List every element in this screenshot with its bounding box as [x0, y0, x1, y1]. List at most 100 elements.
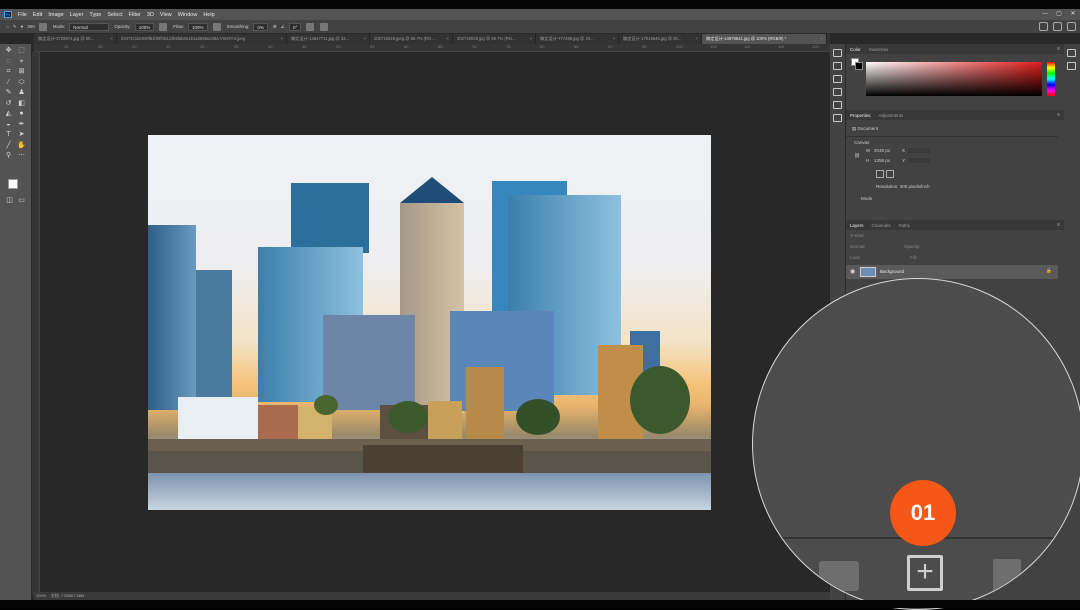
tab-channels[interactable]: Channels: [872, 223, 891, 228]
zoom-tool-icon[interactable]: ⚲: [4, 151, 13, 160]
crop-tool-icon[interactable]: ⌗: [4, 67, 13, 76]
width-field[interactable]: 3048 px: [874, 148, 890, 153]
minimize-button[interactable]: —: [1038, 9, 1052, 20]
doc-tab-active[interactable]: 稿定设计-14979541.jpg @ 100% (RGB/8) * ×: [702, 34, 827, 44]
kind-filter[interactable]: ⚲ Kind: [850, 233, 864, 239]
tab-close-icon[interactable]: ×: [613, 34, 615, 44]
brush-settings-icon[interactable]: [833, 88, 842, 96]
path-select-icon[interactable]: ➤: [17, 130, 26, 139]
panel-menu-icon[interactable]: ≡: [1057, 46, 1060, 52]
y-field[interactable]: [908, 158, 930, 163]
tab-swatches[interactable]: Swatches: [869, 47, 889, 52]
tab-close-icon[interactable]: ×: [696, 34, 698, 44]
maximize-button[interactable]: ▢: [1052, 9, 1066, 20]
menu-help[interactable]: Help: [203, 12, 214, 18]
brush-tool-icon[interactable]: ✎: [4, 88, 13, 97]
menu-3d[interactable]: 3D: [147, 12, 154, 18]
menu-view[interactable]: View: [160, 12, 172, 18]
height-field[interactable]: 1358 px: [874, 158, 890, 163]
history-brush-icon[interactable]: ↺: [4, 99, 13, 108]
flow-field[interactable]: 100%: [188, 22, 208, 31]
tab-color[interactable]: Color: [850, 47, 861, 52]
marquee-tool-icon[interactable]: ⬚: [17, 46, 26, 55]
type-tool-icon[interactable]: T: [4, 130, 13, 139]
color-field[interactable]: [866, 62, 1042, 96]
doc-tab[interactable]: 24472c1b2039f64f39f35422b6fab0e1b1a2836a…: [117, 34, 287, 44]
pen-tool-icon[interactable]: ✒: [17, 120, 26, 129]
tab-close-icon[interactable]: ×: [447, 34, 449, 44]
shape-ellipse-icon[interactable]: ⬭: [17, 78, 26, 87]
airbrush-icon[interactable]: [212, 22, 221, 31]
quick-mask-icon[interactable]: ◫: [5, 196, 14, 205]
tab-adjustments[interactable]: Adjustments: [879, 113, 904, 118]
smoothing-field[interactable]: 0%: [253, 22, 268, 31]
hue-slider[interactable]: [1047, 62, 1055, 96]
search-icon[interactable]: [1039, 22, 1048, 31]
bucket-tool-icon[interactable]: ◭: [4, 109, 13, 118]
tab-close-icon[interactable]: ×: [281, 34, 283, 44]
eraser-tool-icon[interactable]: ◧: [17, 99, 26, 108]
delete-layer-icon[interactable]: [993, 559, 1021, 593]
quick-select-icon[interactable]: ⌖: [17, 57, 26, 66]
brush-tool-icon[interactable]: ✎: [13, 24, 17, 30]
opacity-field[interactable]: 100%: [134, 22, 155, 31]
tab-close-icon[interactable]: ×: [111, 34, 113, 44]
menu-image[interactable]: Image: [48, 12, 63, 18]
actions-icon[interactable]: [833, 62, 842, 70]
layer-row[interactable]: ◉ Background 🔒: [846, 265, 1058, 279]
mode-select[interactable]: Normal: [69, 22, 110, 31]
home-icon[interactable]: ⌂: [6, 24, 9, 29]
link-icon[interactable]: ⛓: [854, 153, 860, 159]
eye-icon[interactable]: ◉: [850, 268, 855, 275]
workspace-icon[interactable]: [1053, 22, 1062, 31]
tab-paths[interactable]: Paths: [899, 223, 911, 228]
new-group-folder-icon[interactable]: [819, 561, 859, 591]
doc-tab[interactable]: 稿定设计-3729974.jpg @ 50... ×: [34, 34, 117, 44]
doc-tab[interactable]: 202719028.jpg @ 66.7% (RG... ×: [453, 34, 536, 44]
panel-menu-icon[interactable]: ≡: [1057, 112, 1060, 118]
move-tool-icon[interactable]: ✥: [4, 46, 13, 55]
menu-select[interactable]: Select: [107, 12, 122, 18]
doc-tab[interactable]: 稿定设计-777495.jpg @ 33... ×: [536, 34, 619, 44]
new-layer-icon[interactable]: +: [907, 555, 943, 591]
lasso-tool-icon[interactable]: ◌: [4, 57, 13, 66]
document-image[interactable]: [148, 135, 711, 510]
tab-properties[interactable]: Properties: [850, 113, 871, 118]
stamp-tool-icon[interactable]: ♟: [17, 88, 26, 97]
portrait-icon[interactable]: [876, 170, 884, 178]
3d-icon[interactable]: [833, 114, 842, 122]
close-button[interactable]: ✕: [1066, 9, 1080, 20]
menu-file[interactable]: File: [18, 12, 27, 18]
share-icon[interactable]: [1067, 22, 1076, 31]
eyedropper-icon[interactable]: ⁄: [4, 78, 13, 87]
menu-filter[interactable]: Filter: [129, 12, 141, 18]
frame-tool-icon[interactable]: ⊠: [17, 67, 26, 76]
more-tools-icon[interactable]: ⋯: [17, 151, 26, 160]
line-tool-icon[interactable]: ╱: [4, 141, 13, 150]
zoom-level[interactable]: 100%: [36, 593, 46, 598]
pressure-size-icon[interactable]: [306, 22, 315, 31]
paragraph-icon[interactable]: [833, 101, 842, 109]
dodge-tool-icon[interactable]: ◒: [4, 120, 13, 129]
symmetry-icon[interactable]: [320, 22, 329, 31]
menu-edit[interactable]: Edit: [33, 12, 42, 18]
doc-tab[interactable]: 稿定设计-17015645.jpg @ 25... ×: [619, 34, 702, 44]
learn-icon[interactable]: [1067, 49, 1076, 57]
menu-window[interactable]: Window: [178, 12, 198, 18]
adjustments-icon[interactable]: [833, 75, 842, 83]
angle-field[interactable]: 0°: [288, 22, 302, 31]
hand-tool-icon[interactable]: ✋: [17, 141, 26, 150]
history-icon[interactable]: [833, 49, 842, 57]
blur-tool-icon[interactable]: ●: [17, 109, 26, 118]
x-field[interactable]: [908, 148, 930, 153]
landscape-icon[interactable]: [886, 170, 894, 178]
tab-layers[interactable]: Layers: [850, 223, 864, 228]
menu-layer[interactable]: Layer: [70, 12, 84, 18]
bg-swatch-small[interactable]: [855, 62, 863, 70]
foreground-color-swatch[interactable]: [8, 179, 18, 189]
gear-icon[interactable]: ⚙: [273, 24, 277, 30]
tab-close-icon[interactable]: ×: [364, 34, 366, 44]
pressure-opacity-icon[interactable]: [159, 22, 168, 31]
menu-type[interactable]: Type: [89, 12, 101, 18]
brush-preset-icon[interactable]: ●: [21, 24, 24, 29]
